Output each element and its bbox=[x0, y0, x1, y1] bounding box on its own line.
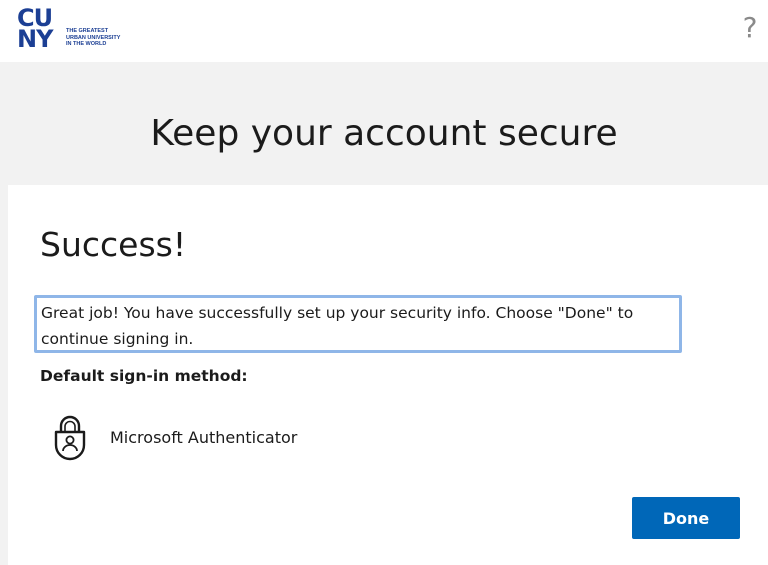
method-name: Microsoft Authenticator bbox=[110, 428, 298, 447]
success-card: Success! Great job! You have successfull… bbox=[8, 185, 768, 565]
logo-wordmark: CU NY bbox=[17, 6, 65, 53]
page-title: Keep your account secure bbox=[150, 113, 618, 154]
default-method-label: Default sign-in method: bbox=[40, 367, 248, 385]
top-bar: CU NY THE GREATEST URBAN UNIVERSITY IN T… bbox=[0, 0, 768, 62]
success-heading: Success! bbox=[40, 225, 187, 264]
logo-tagline: THE GREATEST URBAN UNIVERSITY IN THE WOR… bbox=[66, 28, 130, 48]
help-icon[interactable]: ? bbox=[738, 10, 762, 46]
logo-wordmark-line2: NY bbox=[17, 25, 53, 53]
cuny-logo: CU NY THE GREATEST URBAN UNIVERSITY IN T… bbox=[14, 6, 130, 56]
authenticator-lock-icon bbox=[50, 414, 90, 462]
logo-tagline-line: IN THE WORLD bbox=[66, 41, 107, 47]
success-message: Great job! You have successfully set up … bbox=[34, 295, 682, 353]
done-button[interactable]: Done bbox=[632, 497, 740, 539]
